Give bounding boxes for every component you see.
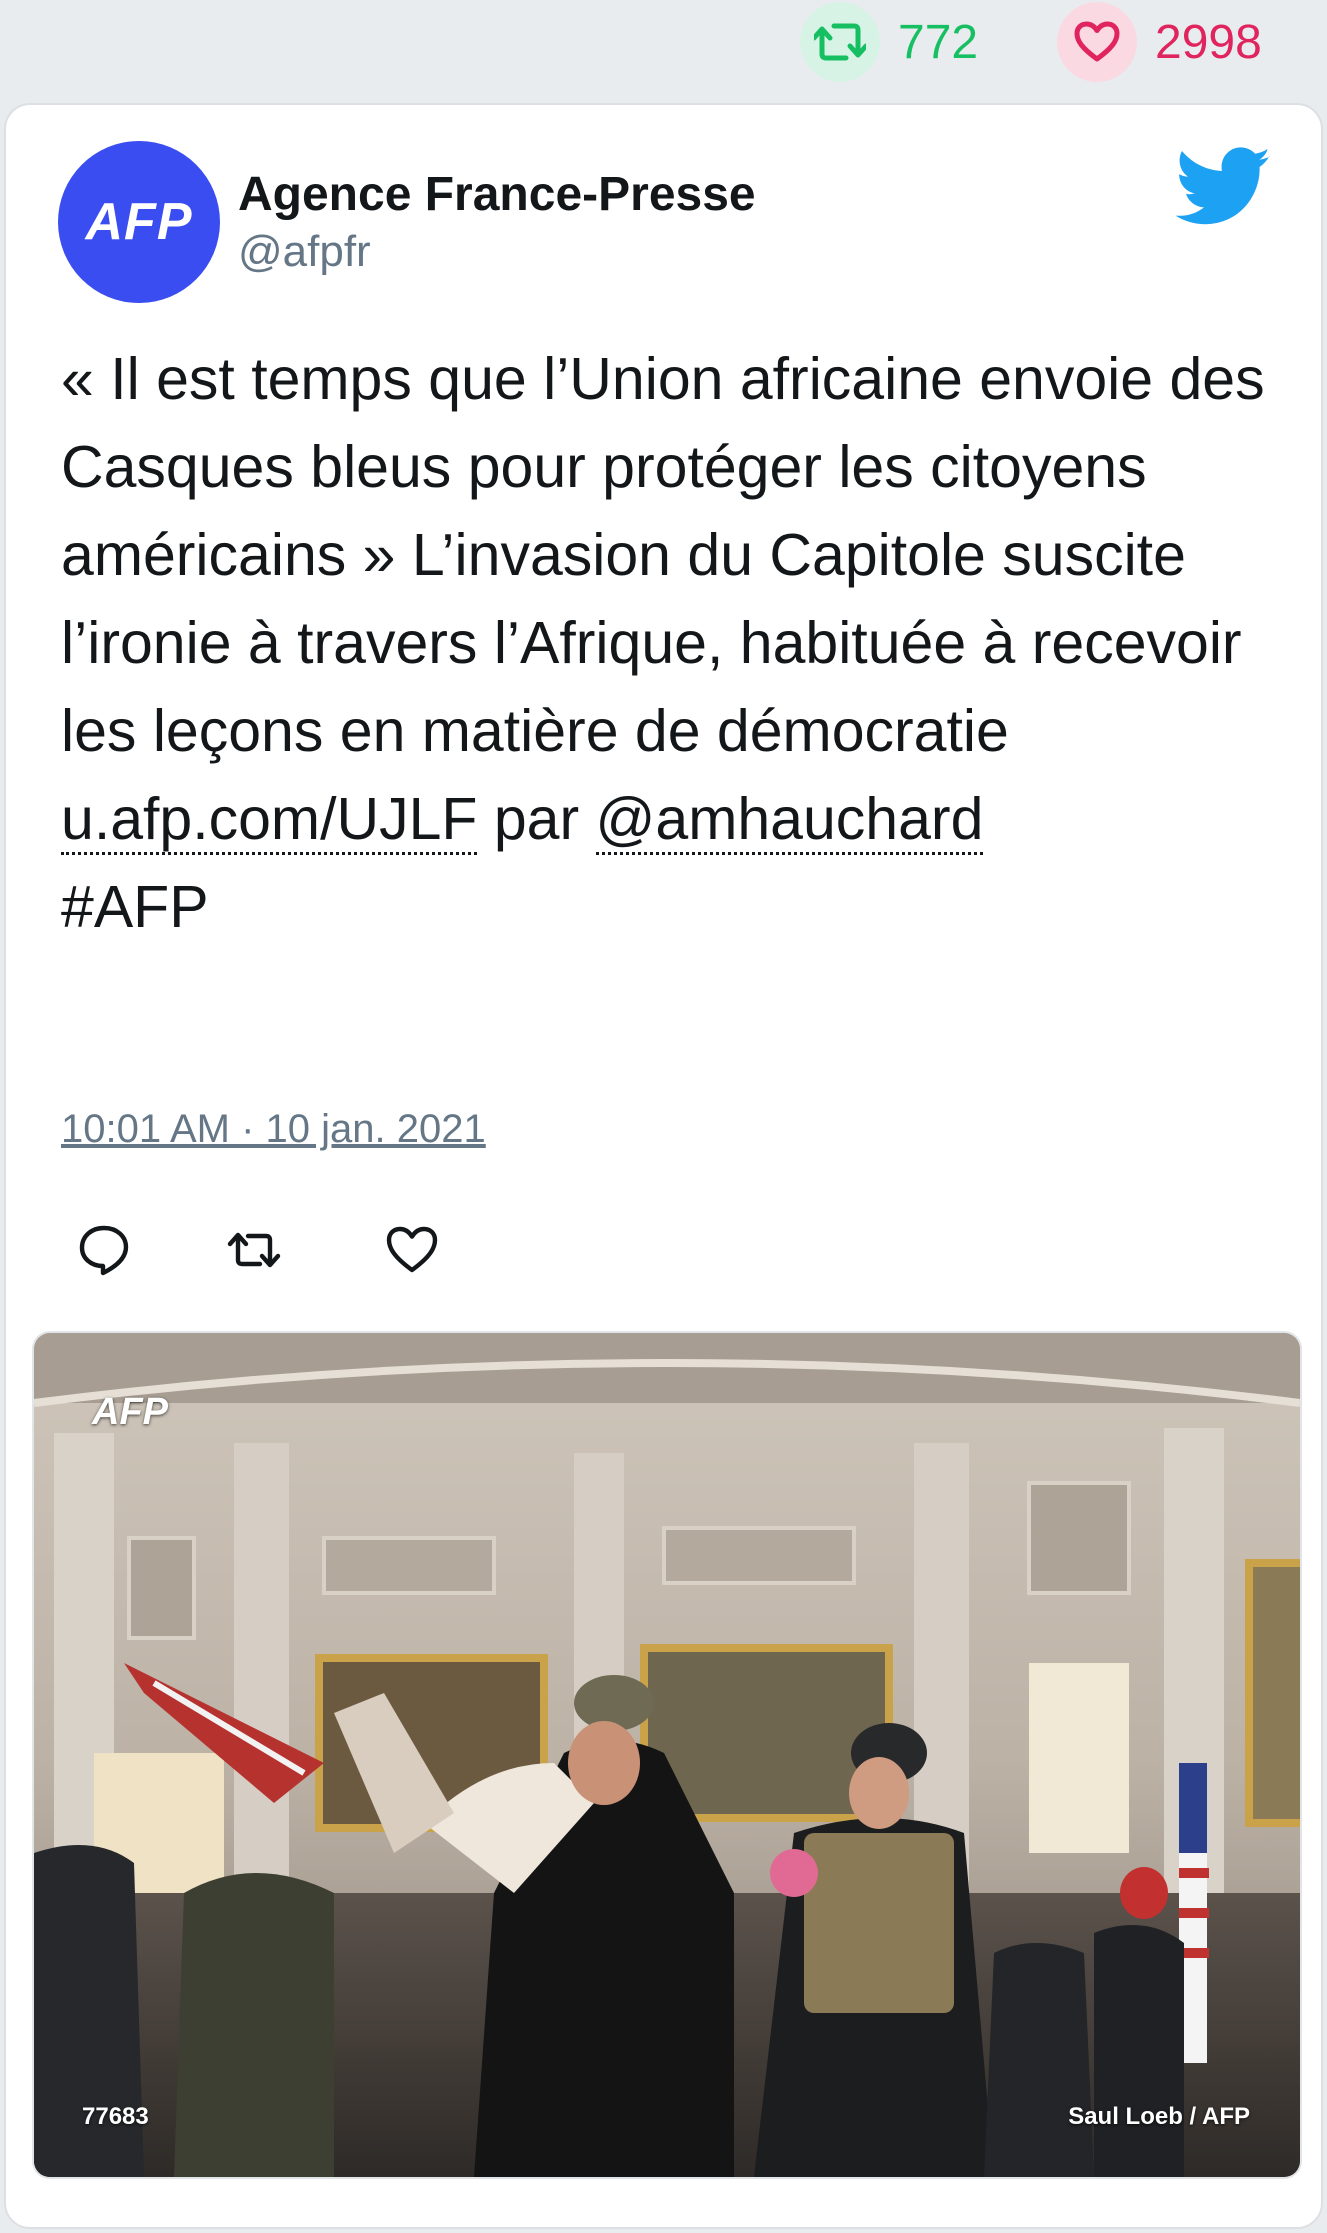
author-name[interactable]: Agence France-Presse [238, 167, 756, 222]
tweet-hashtag[interactable]: #AFP [61, 874, 209, 940]
tweet-body-par: par [477, 786, 596, 852]
photo-watermark: AFP [92, 1391, 168, 1433]
photo-scene [34, 1333, 1300, 2177]
like-count-stat[interactable]: 2998 [1057, 2, 1262, 82]
retweet-count-stat[interactable]: 772 [800, 2, 978, 82]
retweet-count: 772 [898, 15, 979, 69]
retweet-icon[interactable] [226, 1222, 282, 1278]
tweet-card: AFP Agence France-Presse @afpfr « Il est… [4, 103, 1323, 2229]
tweet-photo[interactable]: AFP 77683 Saul Loeb / AFP [32, 1331, 1302, 2179]
heart-icon[interactable] [384, 1222, 440, 1278]
tweet-stats-bar: 772 2998 [0, 0, 1327, 84]
like-count: 2998 [1155, 15, 1262, 69]
twitter-bird-icon[interactable] [1176, 147, 1272, 227]
tweet-body-text: « Il est temps que l’Union africaine env… [61, 346, 1265, 764]
tweet-mention[interactable]: @amhauchard [595, 786, 984, 855]
avatar-logo-text: AFP [85, 193, 193, 251]
photo-credit: Saul Loeb / AFP [1068, 2103, 1250, 2130]
tweet-text: « Il est temps que l’Union africaine env… [61, 335, 1281, 951]
author-handle[interactable]: @afpfr [238, 227, 371, 277]
photo-id: 77683 [82, 2103, 149, 2130]
retweet-stat-icon [800, 2, 880, 82]
author-avatar[interactable]: AFP [58, 141, 220, 303]
tweet-link[interactable]: u.afp.com/UJLF [61, 786, 478, 855]
heart-stat-icon [1057, 2, 1137, 82]
tweet-actions [76, 1222, 476, 1292]
tweet-timestamp[interactable]: 10:01 AM · 10 jan. 2021 [61, 1107, 486, 1152]
reply-icon[interactable] [76, 1222, 132, 1278]
